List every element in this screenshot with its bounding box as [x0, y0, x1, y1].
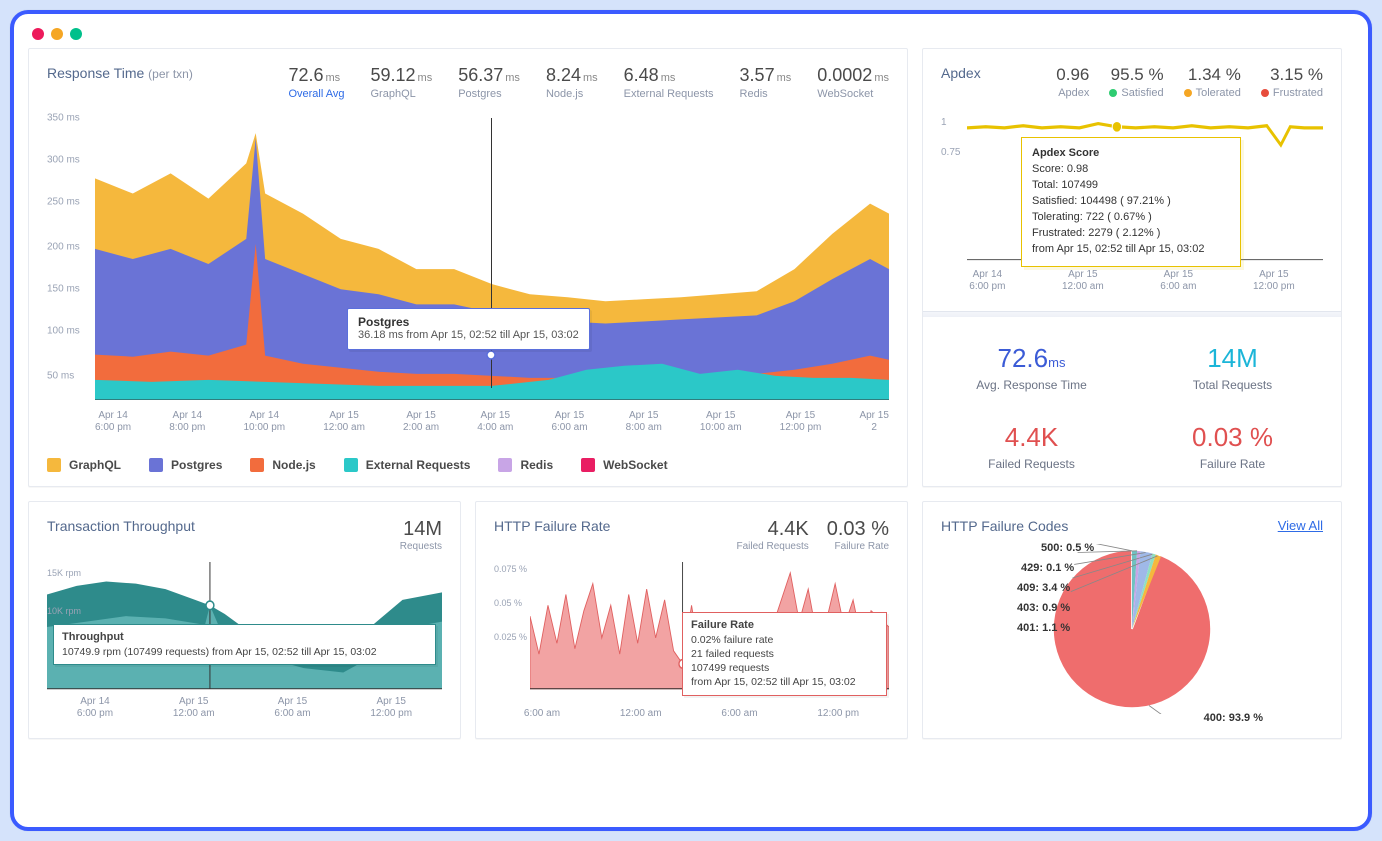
y-tick: 350 ms: [47, 113, 80, 124]
x-tick: Apr 148:00 pm: [169, 410, 205, 434]
metric: 95.5 %Satisfied: [1109, 65, 1163, 99]
x-tick: Apr 158:00 am: [626, 410, 662, 434]
failure-codes-pie[interactable]: 500: 0.5 % 429: 0.1 % 409: 3.4 % 403: 0.…: [941, 534, 1323, 724]
y-tick: 10K rpm: [47, 606, 81, 616]
legend-item[interactable]: Node.js: [250, 458, 315, 472]
legend-item[interactable]: Redis: [498, 458, 553, 472]
x-tick: 12:00 pm: [817, 696, 859, 720]
maximize-icon[interactable]: [70, 28, 82, 40]
pie-label: 403: 0.9 %: [1017, 602, 1070, 614]
x-tick: Apr 1512:00 am: [1062, 269, 1104, 293]
legend-item[interactable]: External Requests: [344, 458, 471, 472]
metric: 6.48msExternal Requests: [624, 65, 714, 100]
panel-title: Transaction Throughput: [47, 518, 195, 534]
x-tick: Apr 1512:00 am: [323, 410, 365, 434]
pie-label: 400: 93.9 %: [1204, 712, 1263, 724]
chart-tooltip: Apdex Score Score: 0.98 Total: 107499 Sa…: [1021, 137, 1241, 267]
window-controls: [14, 14, 1368, 48]
x-tick: Apr 156:00 am: [1160, 269, 1196, 293]
failure-codes-panel: HTTP Failure Codes View All: [922, 501, 1342, 739]
metric: 59.12msGraphQL: [371, 65, 433, 100]
x-tick: Apr 1512:00 pm: [1253, 269, 1295, 293]
x-tick: Apr 1510:00 am: [700, 410, 742, 434]
pie-label: 401: 1.1 %: [1017, 622, 1070, 634]
x-tick: Apr 1512:00 pm: [370, 696, 412, 720]
metric: 0.0002msWebSocket: [817, 65, 889, 100]
panel-title: Response Time (per txn): [47, 65, 193, 81]
x-tick: Apr 146:00 pm: [95, 410, 131, 434]
hover-marker-icon: [486, 350, 496, 360]
metric: 3.15 %Frustrated: [1261, 65, 1323, 99]
metric: 0.03 % Failure Rate: [827, 518, 889, 552]
x-tick: Apr 156:00 am: [551, 410, 587, 434]
y-tick: 0.75: [941, 147, 960, 158]
y-tick: 0.075 %: [494, 564, 527, 574]
pie-label: 500: 0.5 %: [1041, 542, 1094, 554]
panel-title: Apdex: [941, 65, 981, 81]
x-tick: Apr 156:00 am: [274, 696, 310, 720]
kpi-total-requests: 14M Total Requests: [1142, 343, 1323, 392]
failure-rate-chart[interactable]: 0.075 % 0.05 % 0.025 % Failure Rate 0.02…: [494, 562, 889, 692]
y-tick: 150 ms: [47, 284, 80, 295]
y-tick: 0.05 %: [494, 598, 522, 608]
throughput-chart[interactable]: 15K rpm 10K rpm Throughput 10749.9 rpm (…: [47, 562, 442, 692]
metric: 56.37msPostgres: [458, 65, 520, 100]
metric: 14M Requests: [400, 518, 442, 552]
metric: 0.96Apdex: [1056, 65, 1089, 99]
metric: 4.4K Failed Requests: [736, 518, 808, 552]
legend-item[interactable]: WebSocket: [581, 458, 667, 472]
chart-tooltip: Throughput 10749.9 rpm (107499 requests)…: [53, 624, 436, 665]
response-time-chart[interactable]: 350 ms 300 ms 250 ms 200 ms 150 ms 100 m…: [47, 118, 889, 418]
throughput-panel: Transaction Throughput 14M Requests 15K …: [28, 501, 461, 739]
panel-title: HTTP Failure Codes: [941, 518, 1068, 534]
x-tick: Apr 1512:00 pm: [780, 410, 822, 434]
x-tick: Apr 146:00 pm: [969, 269, 1005, 293]
y-tick: 0.025 %: [494, 632, 527, 642]
legend-item[interactable]: Postgres: [149, 458, 222, 472]
y-tick: 1: [941, 117, 947, 128]
x-tick: 6:00 am: [524, 696, 560, 720]
view-all-link[interactable]: View All: [1278, 518, 1323, 533]
x-tick: Apr 1410:00 pm: [243, 410, 285, 434]
failure-rate-panel: HTTP Failure Rate 4.4K Failed Requests 0…: [475, 501, 908, 739]
y-tick: 50 ms: [47, 371, 74, 382]
pie-label: 409: 3.4 %: [1017, 582, 1070, 594]
x-tick: 6:00 am: [721, 696, 757, 720]
response-time-panel: Response Time (per txn) 72.6msOverall Av…: [28, 48, 908, 487]
y-tick: 15K rpm: [47, 568, 81, 578]
pie-label: 429: 0.1 %: [1021, 562, 1074, 574]
metric: 1.34 %Tolerated: [1184, 65, 1241, 99]
kpi-avg-response: 72.6ms Avg. Response Time: [941, 343, 1122, 392]
chart-tooltip: Failure Rate 0.02% failure rate 21 faile…: [682, 612, 887, 696]
x-tick: 12:00 am: [620, 696, 662, 720]
kpi-failed-requests: 4.4K Failed Requests: [941, 422, 1122, 471]
kpi-failure-rate: 0.03 % Failure Rate: [1142, 422, 1323, 471]
y-tick: 250 ms: [47, 197, 80, 208]
x-tick: Apr 1512:00 am: [173, 696, 215, 720]
metric: 3.57msRedis: [740, 65, 792, 100]
chart-legend: GraphQL Postgres Node.js External Reques…: [47, 458, 889, 472]
x-tick: Apr 152: [859, 410, 888, 434]
chart-tooltip: Postgres 36.18 ms from Apr 15, 02:52 til…: [347, 308, 590, 350]
metric: 8.24msNode.js: [546, 65, 598, 100]
y-tick: 100 ms: [47, 326, 80, 337]
apdex-panel: Apdex 0.96Apdex 95.5 %Satisfied 1.34 %Tole…: [922, 48, 1342, 487]
apdex-chart[interactable]: 1 0.75 Apdex Score Score: 0.98 Total: 10…: [941, 115, 1323, 265]
minimize-icon[interactable]: [51, 28, 63, 40]
browser-frame: Response Time (per txn) 72.6msOverall Av…: [10, 10, 1372, 831]
close-icon[interactable]: [32, 28, 44, 40]
x-tick: Apr 152:00 am: [403, 410, 439, 434]
panel-title: HTTP Failure Rate: [494, 518, 610, 534]
x-tick: Apr 146:00 pm: [77, 696, 113, 720]
x-tick: Apr 154:00 am: [477, 410, 513, 434]
y-tick: 200 ms: [47, 242, 80, 253]
y-tick: 300 ms: [47, 155, 80, 166]
metric: 72.6msOverall Avg: [288, 65, 344, 100]
legend-item[interactable]: GraphQL: [47, 458, 121, 472]
